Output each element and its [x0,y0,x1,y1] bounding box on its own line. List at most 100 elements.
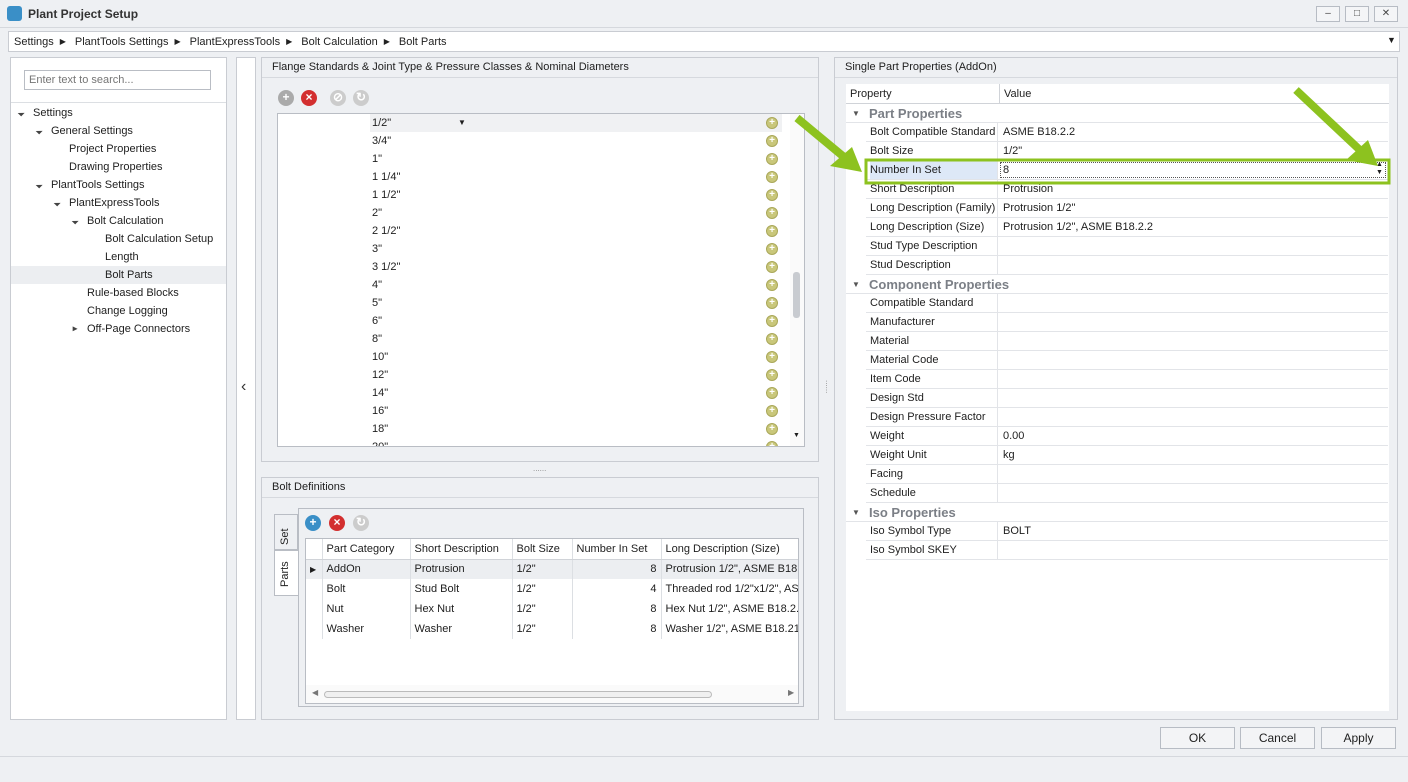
diameter-row[interactable]: 6" [370,312,782,330]
breadcrumb-item[interactable]: Bolt Parts [399,36,447,48]
table-cell[interactable]: Washer [322,619,411,639]
add-circle-icon[interactable]: + [766,279,778,291]
table-cell[interactable]: 1/2" [512,599,573,619]
table-row[interactable]: Bolt Stud Bolt 1/2" 4 Threaded rod 1/2"x1/2"… [306,579,798,599]
breadcrumb-item[interactable]: PlantExpressTools [190,36,281,48]
expanded-arrow-icon[interactable]: ◢ [68,214,82,228]
delete-icon[interactable]: × [301,90,317,106]
hide-icon[interactable]: ⊘ [330,90,346,106]
property-category[interactable]: ▼ Part Properties [846,104,1388,123]
table-cell[interactable]: 1/2" [512,579,573,599]
add-circle-icon[interactable]: + [766,351,778,363]
sidebar-item[interactable]: Change Logging [11,302,226,320]
diameter-row[interactable]: 3 1/2" [370,258,782,276]
table-cell[interactable]: Hex Nut [410,599,513,619]
collapse-sidebar-button[interactable]: ‹ [236,57,256,720]
property-row[interactable]: Stud Description [866,256,1388,275]
table-cell[interactable]: Hex Nut 1/2", ASME B18.2.2 [661,599,798,619]
collapse-arrow-icon[interactable]: ▼ [852,275,860,294]
property-row[interactable]: Weight Unit kg [866,446,1388,465]
property-row[interactable]: Weight 0.00 [866,427,1388,446]
table-cell[interactable]: Bolt [322,579,411,599]
diameter-row[interactable]: 18" [370,420,782,438]
diameter-row[interactable]: 1/2" ▼ [370,114,782,132]
table-cell[interactable]: 1/2" [512,619,573,639]
property-row[interactable]: Material [866,332,1388,351]
scroll-right-icon[interactable]: ▶ [788,688,794,697]
cancel-button[interactable]: Cancel [1240,727,1315,749]
sidebar-item[interactable]: ◢ General Settings [11,122,226,140]
scrollbar-thumb[interactable] [793,272,800,318]
splitter-handle[interactable]: ...... [824,380,833,393]
add-circle-icon[interactable]: + [766,135,778,147]
property-value[interactable]: 8 [1000,162,1386,178]
add-icon[interactable]: + [278,90,294,106]
column-header[interactable]: Bolt Size [512,539,573,560]
table-cell[interactable]: 8 [572,599,662,619]
add-circle-icon[interactable]: + [766,153,778,165]
diameter-row[interactable]: 2" [370,204,782,222]
diameter-row[interactable]: 8" [370,330,782,348]
table-cell[interactable]: Threaded rod 1/2"x1/2", AS [661,579,798,599]
diameter-row[interactable]: 4" [370,276,782,294]
sidebar-item[interactable]: Length [11,248,226,266]
add-circle-icon[interactable]: + [766,405,778,417]
scroll-down-icon[interactable]: ▼ [793,432,800,439]
property-row[interactable]: Compatible Standard [866,294,1388,313]
diameter-row[interactable]: 3" [370,240,782,258]
refresh-part-icon[interactable]: ↻ [353,515,369,531]
sidebar-item[interactable]: ◢ Bolt Calculation [11,212,226,230]
property-row[interactable]: Design Pressure Factor [866,408,1388,427]
table-cell[interactable]: AddOn [322,559,411,579]
sidebar-item[interactable]: ◢ PlantTools Settings [11,176,226,194]
property-row[interactable]: Manufacturer [866,313,1388,332]
property-row[interactable]: Facing [866,465,1388,484]
table-cell[interactable]: Nut [322,599,411,619]
property-row[interactable]: Material Code [866,351,1388,370]
expanded-arrow-icon[interactable]: ◢ [32,178,46,192]
sidebar-item[interactable]: ◢ Settings [11,104,226,122]
property-category[interactable]: ▼ Component Properties [846,275,1388,294]
add-circle-icon[interactable]: + [766,441,778,446]
diameter-row[interactable]: 1 1/2" [370,186,782,204]
add-circle-icon[interactable]: + [766,207,778,219]
table-cell[interactable]: 4 [572,579,662,599]
table-cell[interactable]: 8 [572,619,662,639]
table-cell[interactable]: Washer [410,619,513,639]
property-row[interactable]: Short Description Protrusion [866,180,1388,199]
add-circle-icon[interactable]: + [766,423,778,435]
sidebar-item[interactable]: Bolt Parts [11,266,226,284]
search-input[interactable] [24,70,211,90]
property-row[interactable]: Long Description (Size) Protrusion 1/2", … [866,218,1388,237]
property-row[interactable]: Item Code [866,370,1388,389]
breadcrumb-item[interactable]: PlantTools Settings [75,36,169,48]
add-circle-icon[interactable]: + [766,315,778,327]
diameter-row[interactable]: 1" [370,150,782,168]
add-circle-icon[interactable]: + [766,225,778,237]
spin-button-icon[interactable]: ▲ ▼ [1376,161,1383,177]
property-row[interactable]: Iso Symbol Type BOLT [866,522,1388,541]
table-cell[interactable]: Protrusion 1/2", ASME B18.2 [661,559,798,579]
table-row[interactable]: Nut Hex Nut 1/2" 8 Hex Nut 1/2", ASME B18.2.… [306,599,798,619]
property-row[interactable]: Schedule [866,484,1388,503]
expanded-arrow-icon[interactable]: ◢ [14,106,28,120]
table-row[interactable]: ▶ AddOn Protrusion 1/2" 8 Protrusion 1/2", AS… [306,559,798,579]
delete-part-icon[interactable]: × [329,515,345,531]
breadcrumb-dropdown-icon[interactable]: ▼ [1387,35,1396,45]
add-circle-icon[interactable]: + [766,261,778,273]
diameter-row[interactable]: 3/4" [370,132,782,150]
table-row[interactable]: Washer Washer 1/2" 8 Washer 1/2", ASME B18.2… [306,619,798,639]
table-cell[interactable]: 8 [572,559,662,579]
ok-button[interactable]: OK [1160,727,1235,749]
dropdown-arrow-icon[interactable]: ▼ [458,114,466,132]
diameter-row[interactable]: 14" [370,384,782,402]
sidebar-item[interactable]: Rule-based Blocks [11,284,226,302]
collapse-arrow-icon[interactable]: ▼ [852,104,860,123]
tab-set[interactable]: Set [274,514,298,550]
collapsed-arrow-icon[interactable]: ▶ [73,322,78,336]
tab-parts[interactable]: Parts [274,550,299,596]
sidebar-item[interactable]: ▶ Off-Page Connectors [11,320,226,338]
column-header[interactable]: Number In Set [572,539,662,560]
add-part-icon[interactable]: + [305,515,321,531]
scrollbar[interactable]: ▼ [790,114,804,446]
